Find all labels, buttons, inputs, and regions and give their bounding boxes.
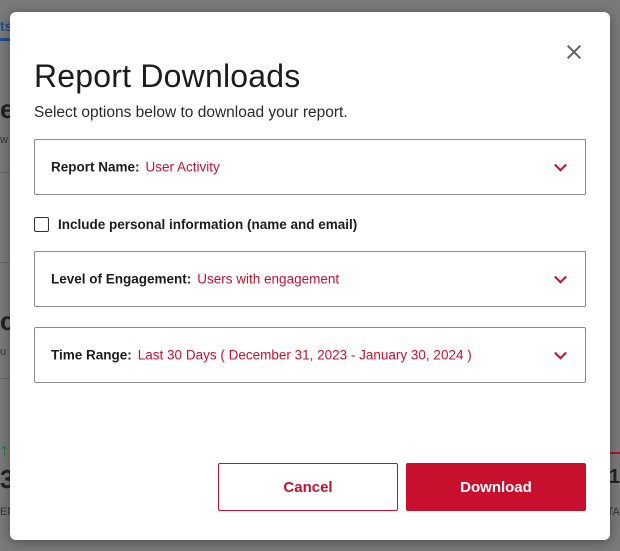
include-personal-info-checkbox[interactable] [34, 216, 49, 232]
time-range-value: Last 30 Days ( December 31, 2023 - Janua… [137, 347, 472, 363]
download-button[interactable]: Download [406, 463, 586, 511]
report-downloads-dialog: Report Downloads Select options below to… [10, 12, 610, 540]
chevron-down-icon [554, 346, 567, 360]
include-personal-info-label: Include personal information (name and e… [58, 216, 358, 232]
engagement-select[interactable]: Level of Engagement: Users with engagemen… [34, 251, 586, 307]
dialog-title: Report Downloads [34, 58, 301, 94]
background-text-2: u [0, 346, 7, 358]
chevron-down-icon [554, 270, 567, 284]
chevron-down-icon [554, 158, 567, 172]
time-range-text: Time Range: Last 30 Days ( December 31, 2… [51, 348, 472, 363]
report-name-select[interactable]: Report Name: User Activity [34, 139, 586, 195]
background-right-number: 1 [608, 466, 620, 488]
engagement-value: Users with engagement [197, 271, 340, 287]
dialog-subtitle: Select options below to download your re… [34, 104, 348, 121]
engagement-text: Level of Engagement: Users with engagemen… [51, 272, 339, 287]
close-icon[interactable] [563, 41, 585, 63]
engagement-label: Level of Engagement: [51, 271, 192, 287]
background-text-1: w [0, 134, 8, 146]
cancel-button[interactable]: Cancel [218, 463, 398, 511]
report-name-text: Report Name: User Activity [51, 160, 220, 175]
report-name-value: User Activity [145, 159, 220, 175]
time-range-select[interactable]: Time Range: Last 30 Days ( December 31, 2… [34, 327, 586, 383]
trend-up-icon: ↑ [0, 440, 9, 460]
report-name-label: Report Name: [51, 159, 140, 175]
include-personal-info-option[interactable]: Include personal information (name and e… [34, 215, 357, 233]
time-range-label: Time Range: [51, 347, 132, 363]
background-accent-line [610, 452, 620, 454]
